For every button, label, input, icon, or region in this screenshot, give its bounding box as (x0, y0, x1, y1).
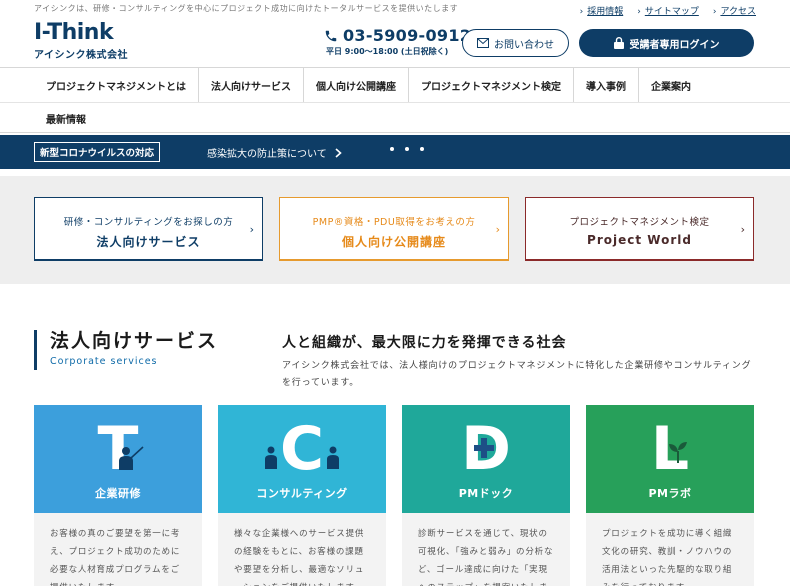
util-link-sitemap[interactable]: › サイトマップ (637, 4, 699, 17)
section-subtitle: Corporate services (50, 356, 158, 367)
contact-button[interactable]: お問い合わせ (462, 29, 569, 57)
nav-item-news[interactable]: 最新情報 (34, 103, 98, 134)
chevron-right-icon: › (740, 223, 745, 236)
entry-cards-section: 研修・コンサルティングをお探しの方 法人向けサービス › PMP®資格・PDU取… (0, 176, 790, 284)
login-button-label: 受講者専用ログイン (629, 39, 720, 51)
section-heading: 法人向けサービス Corporate services (34, 330, 218, 370)
carousel-dot[interactable] (405, 147, 409, 151)
chevron-right-icon: › (712, 7, 717, 17)
service-card-pm-lab[interactable]: L PMラボ プロジェクトを成功に導く組織文化の研究、教訓・ノウハウの活用法とい… (586, 405, 754, 586)
card-public-courses[interactable]: PMP®資格・PDU取得をお考えの方 個人向け公開講座 › (279, 197, 509, 261)
news-link-label: 感染拡大の防止策について (207, 149, 327, 160)
lead-text: アイシンク株式会社では、法人様向けのプロジェクトマネジメントに特化した企業研修や… (282, 361, 752, 388)
news-bar: 新型コロナウイルスの対応 感染拡大の防止策について (0, 135, 790, 169)
section-title: 法人向けサービス (50, 330, 219, 352)
nav-item-corporate[interactable]: 法人向けサービス (199, 68, 304, 102)
service-name: 企業研修 (95, 487, 141, 500)
phone-number[interactable]: 03-5909-0912 (343, 26, 471, 45)
service-name: PMドック (458, 487, 514, 500)
news-carousel-dots[interactable] (390, 147, 424, 151)
card-corporate-services[interactable]: 研修・コンサルティングをお探しの方 法人向けサービス › (34, 197, 263, 261)
global-nav: プロジェクトマネジメントとは 法人向けサービス 個人向け公開講座 プロジェクトマ… (0, 67, 790, 133)
card-caption: プロジェクトマネジメント検定 (569, 217, 710, 228)
presenter-icon (119, 446, 144, 470)
nav-item-pm-exam[interactable]: プロジェクトマネジメント検定 (409, 68, 574, 102)
nav-item-public-courses[interactable]: 個人向け公開講座 (304, 68, 409, 102)
login-button[interactable]: 受講者専用ログイン (579, 29, 754, 57)
chevron-right-icon: › (249, 223, 254, 236)
service-description: 診断サービスを通じて、現状の可視化、「強みと弱み」の分析など、ゴール達成に向けた… (402, 513, 570, 586)
service-card-training[interactable]: T 企業研修 お客様の真のご要望を第一に考え、プロジェクト成功のために必要な人材… (34, 405, 202, 586)
service-description: 様々な企業様へのサービス提供の経験をもとに、お客様の課題や要望を分析し、最適なソ… (218, 513, 386, 586)
chevron-right-icon: › (637, 7, 641, 17)
card-title: 個人向け公開講座 (341, 235, 446, 249)
mail-icon (477, 38, 489, 48)
carousel-dot[interactable] (420, 147, 424, 151)
nav-item-case-studies[interactable]: 導入事例 (574, 68, 639, 102)
card-project-world[interactable]: プロジェクトマネジメント検定 Project World › (525, 197, 754, 261)
card-caption: 研修・コンサルティングをお探しの方 (63, 217, 234, 228)
service-card-consulting[interactable]: C コンサルティング 様々な企業様へのサービス提供の経験をもとに、お客様の課題や… (218, 405, 386, 586)
util-link-recruit[interactable]: › 採用情報 (580, 4, 624, 17)
util-link-access[interactable]: › アクセス (713, 4, 756, 17)
service-description: お客様の真のご要望を第一に考え、プロジェクト成功のために必要な人材育成プログラム… (34, 513, 202, 586)
service-name: コンサルティング (256, 487, 348, 500)
logo-company-name: アイシンク株式会社 (34, 50, 128, 61)
nav-item-company[interactable]: 企業案内 (639, 68, 703, 102)
carousel-dot[interactable] (390, 147, 394, 151)
news-link[interactable]: 感染拡大の防止策について (207, 145, 342, 160)
utility-links: › 採用情報 › サイトマップ › アクセス (580, 4, 756, 17)
sprout-icon (669, 442, 687, 463)
card-caption: PMP®資格・PDU取得をお考えの方 (312, 217, 476, 228)
card-title: Project World (587, 233, 692, 247)
logo-wordmark: I-Think (34, 20, 114, 45)
phone-block: 03-5909-0912 平日 9:00〜18:00 (土日祝除く) (324, 26, 471, 57)
chevron-right-icon: › (579, 7, 584, 17)
medical-cross-icon (474, 438, 494, 458)
business-hours: 平日 9:00〜18:00 (土日祝除く) (326, 47, 449, 56)
lead-title: 人と組織が、最大限に力を発揮できる社会 (282, 335, 567, 351)
meeting-people-icon (265, 446, 339, 469)
chevron-right-icon (335, 147, 342, 158)
site-logo[interactable]: I-Think アイシンク株式会社 (34, 20, 128, 62)
phone-icon (325, 30, 337, 41)
chevron-right-icon: › (495, 223, 500, 236)
service-description: プロジェクトを成功に導く組織文化の研究、教訓・ノウハウの活用法といった先駆的な取… (586, 513, 754, 586)
lock-icon (613, 37, 624, 49)
contact-button-label: お問い合わせ (494, 39, 554, 51)
site-tagline: アイシンクは、研修・コンサルティングを中心にプロジェクト成功に向けたトータルサー… (34, 4, 459, 13)
news-tag: 新型コロナウイルスの対応 (34, 142, 161, 162)
card-title: 法人向けサービス (96, 235, 201, 249)
nav-item-about-pm[interactable]: プロジェクトマネジメントとは (34, 68, 199, 102)
service-card-pm-dock[interactable]: D PMドック 診断サービスを通じて、現状の可視化、「強みと弱み」の分析など、ゴ… (402, 405, 570, 586)
service-name: PMラボ (648, 487, 692, 500)
